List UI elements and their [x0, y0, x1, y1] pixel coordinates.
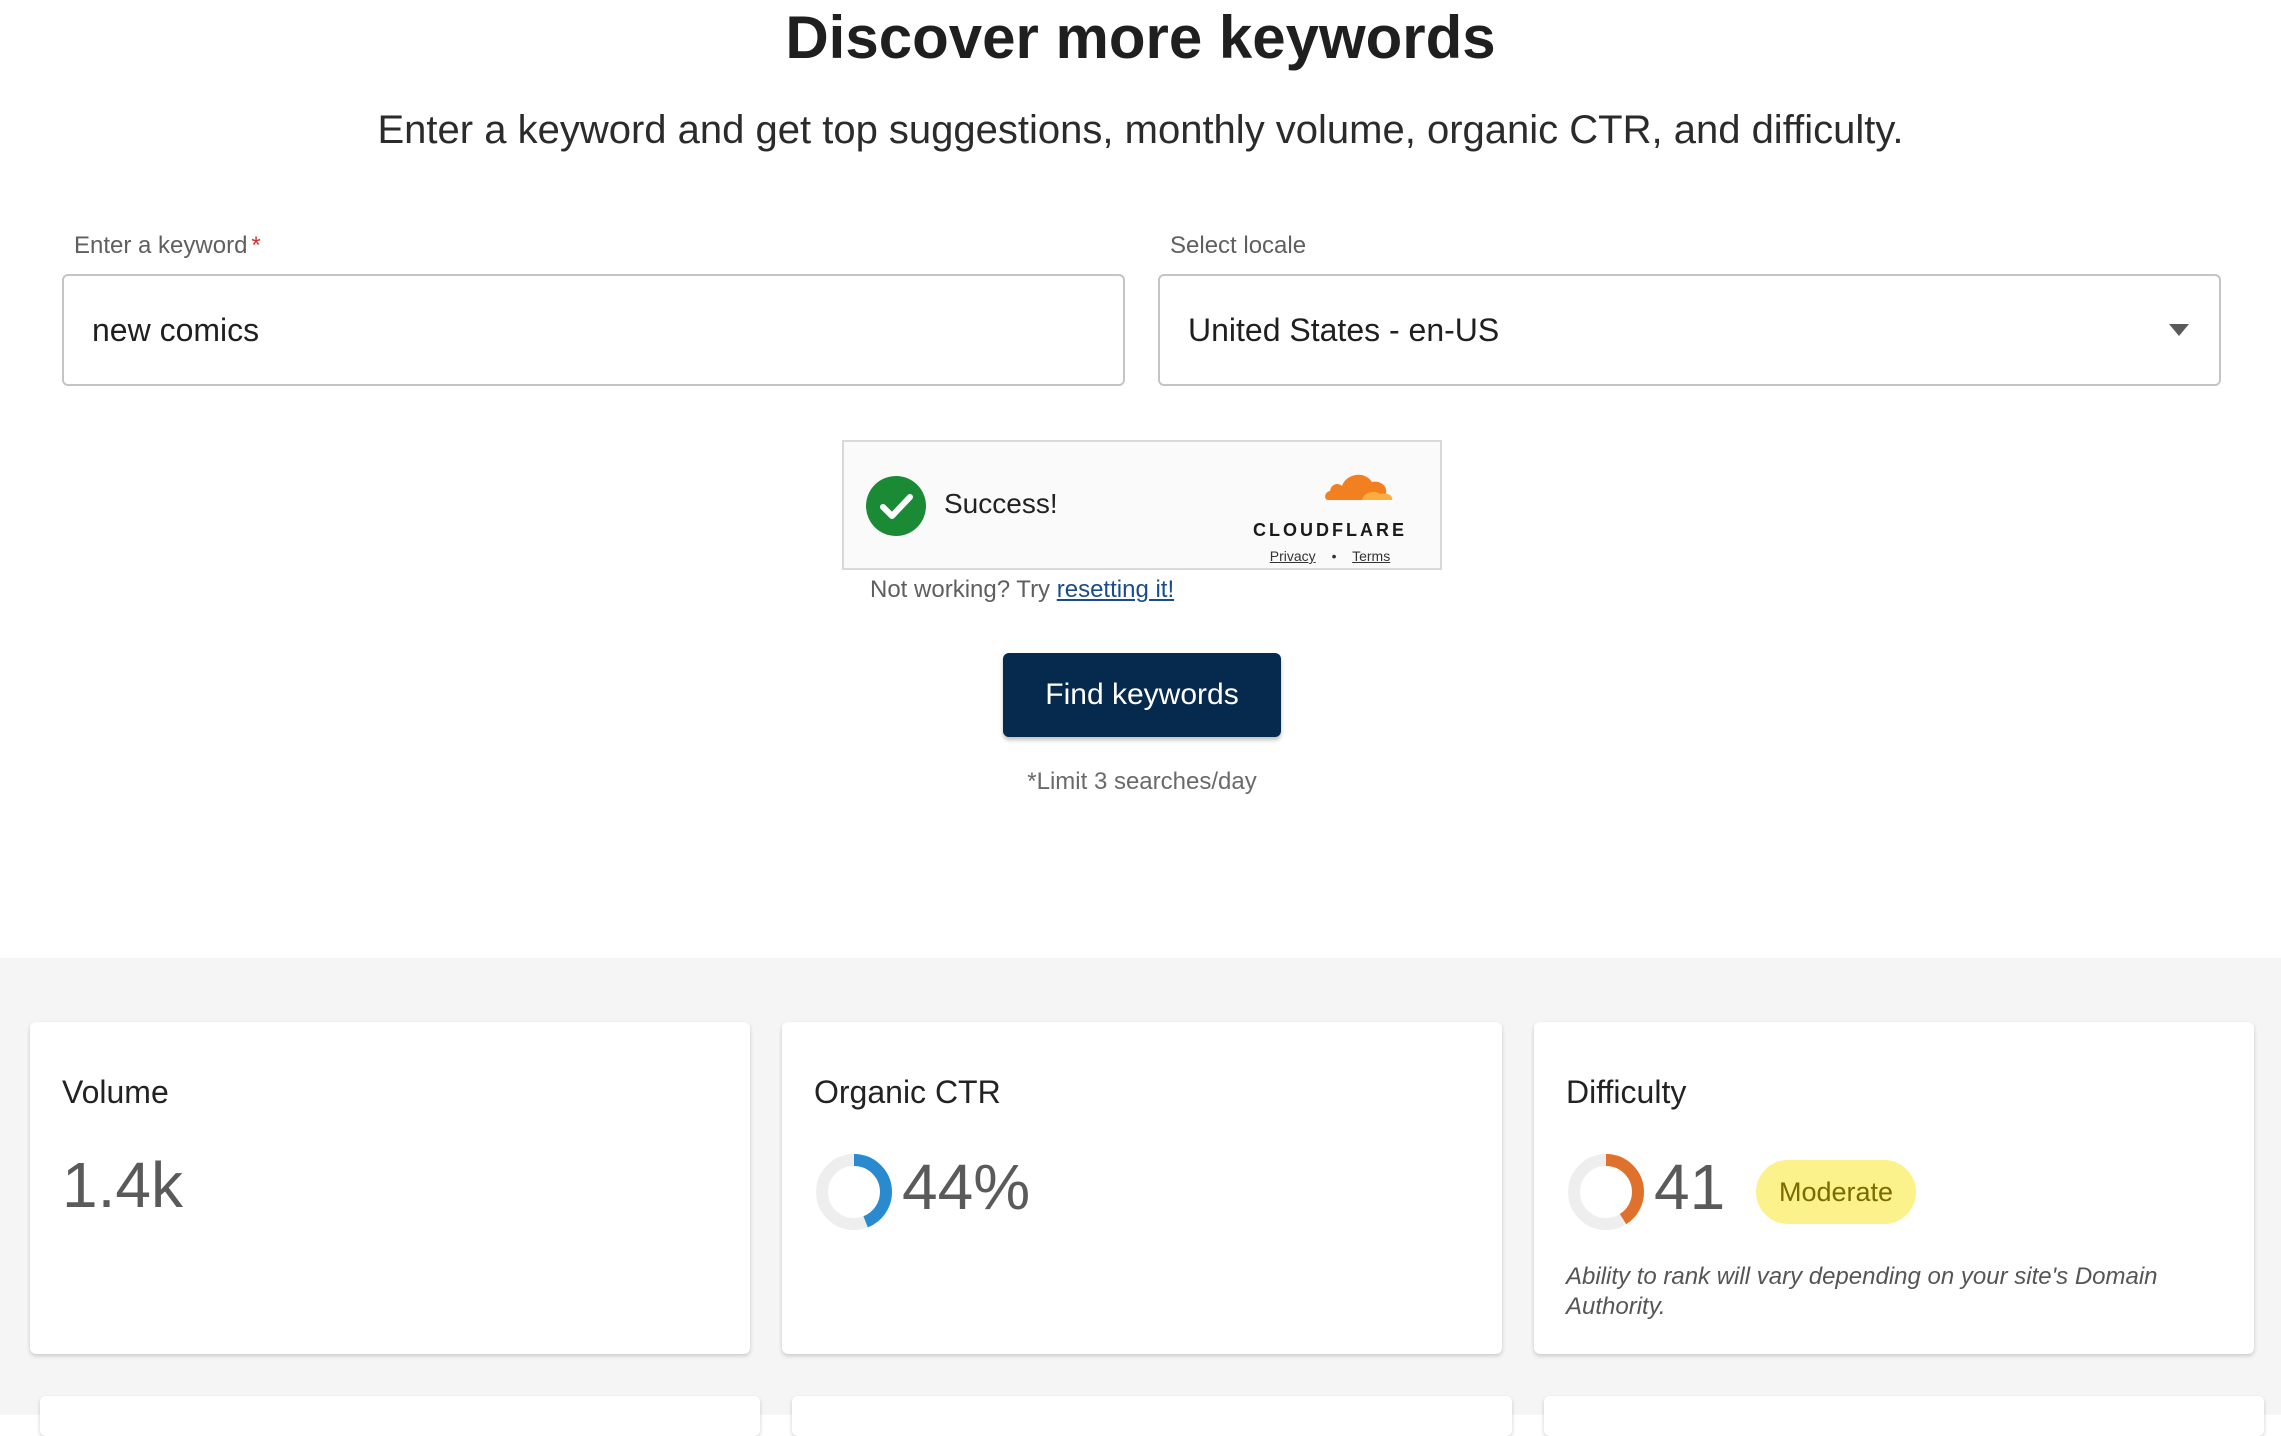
locale-select[interactable]: United States - en-US [1158, 274, 2221, 386]
next-card-stub [1544, 1396, 2264, 1436]
next-card-stub [792, 1396, 1512, 1436]
ctr-donut-icon [816, 1154, 892, 1230]
volume-value: 1.4k [62, 1149, 183, 1221]
page-title: Discover more keywords [785, 4, 1496, 71]
volume-title: Volume [62, 1074, 169, 1110]
terms-link[interactable]: Terms [1352, 548, 1390, 564]
difficulty-card: Difficulty 41 Moderate Ability to rank w… [1534, 1022, 2254, 1354]
page-subtitle: Enter a keyword and get top suggestions,… [377, 108, 1904, 152]
success-check-icon [866, 476, 926, 536]
difficulty-title: Difficulty [1566, 1074, 1687, 1110]
difficulty-note: Ability to rank will vary depending on y… [1566, 1263, 2158, 1320]
link-separator: • [1331, 548, 1337, 564]
chevron-down-icon [2169, 324, 2189, 336]
difficulty-badge: Moderate [1756, 1160, 1916, 1224]
captcha-widget[interactable]: Success! CLOUDFLARE Privacy • Terms [842, 440, 1442, 570]
not-working-text: Not working? Try [870, 576, 1051, 603]
cloud-icon [1325, 474, 1393, 500]
keyword-label-text: Enter a keyword [74, 232, 248, 259]
difficulty-donut-icon [1568, 1154, 1644, 1230]
ctr-title: Organic CTR [814, 1074, 1001, 1110]
keyword-field-label: Enter a keyword * [74, 231, 261, 261]
locale-select-value: United States - en-US [1188, 311, 1500, 348]
ctr-value: 44% [902, 1151, 1031, 1223]
captcha-status: Success! [944, 488, 1058, 519]
reset-captcha-link[interactable]: resetting it! [1057, 576, 1174, 603]
captcha-help: Not working? Try resetting it! [870, 576, 1174, 604]
keyword-input-value: new comics [92, 311, 260, 348]
difficulty-value: 41 [1654, 1151, 1726, 1223]
locale-field-label: Select locale [1170, 232, 1307, 259]
organic-ctr-card: Organic CTR 44% [782, 1022, 1502, 1354]
privacy-link[interactable]: Privacy [1270, 548, 1316, 564]
required-mark: * [251, 232, 261, 259]
next-card-stub [40, 1396, 760, 1436]
cloudflare-wordmark: CLOUDFLARE [1253, 520, 1407, 540]
volume-card: Volume 1.4k [30, 1022, 750, 1354]
search-limit-note: *Limit 3 searches/day [1027, 768, 1257, 795]
captcha-links: Privacy • Terms [1250, 548, 1410, 564]
keyword-input[interactable]: new comics [62, 274, 1125, 386]
find-keywords-button[interactable]: Find keywords [1003, 653, 1281, 737]
cloudflare-logo: CLOUDFLARE Privacy • Terms [1250, 462, 1410, 564]
